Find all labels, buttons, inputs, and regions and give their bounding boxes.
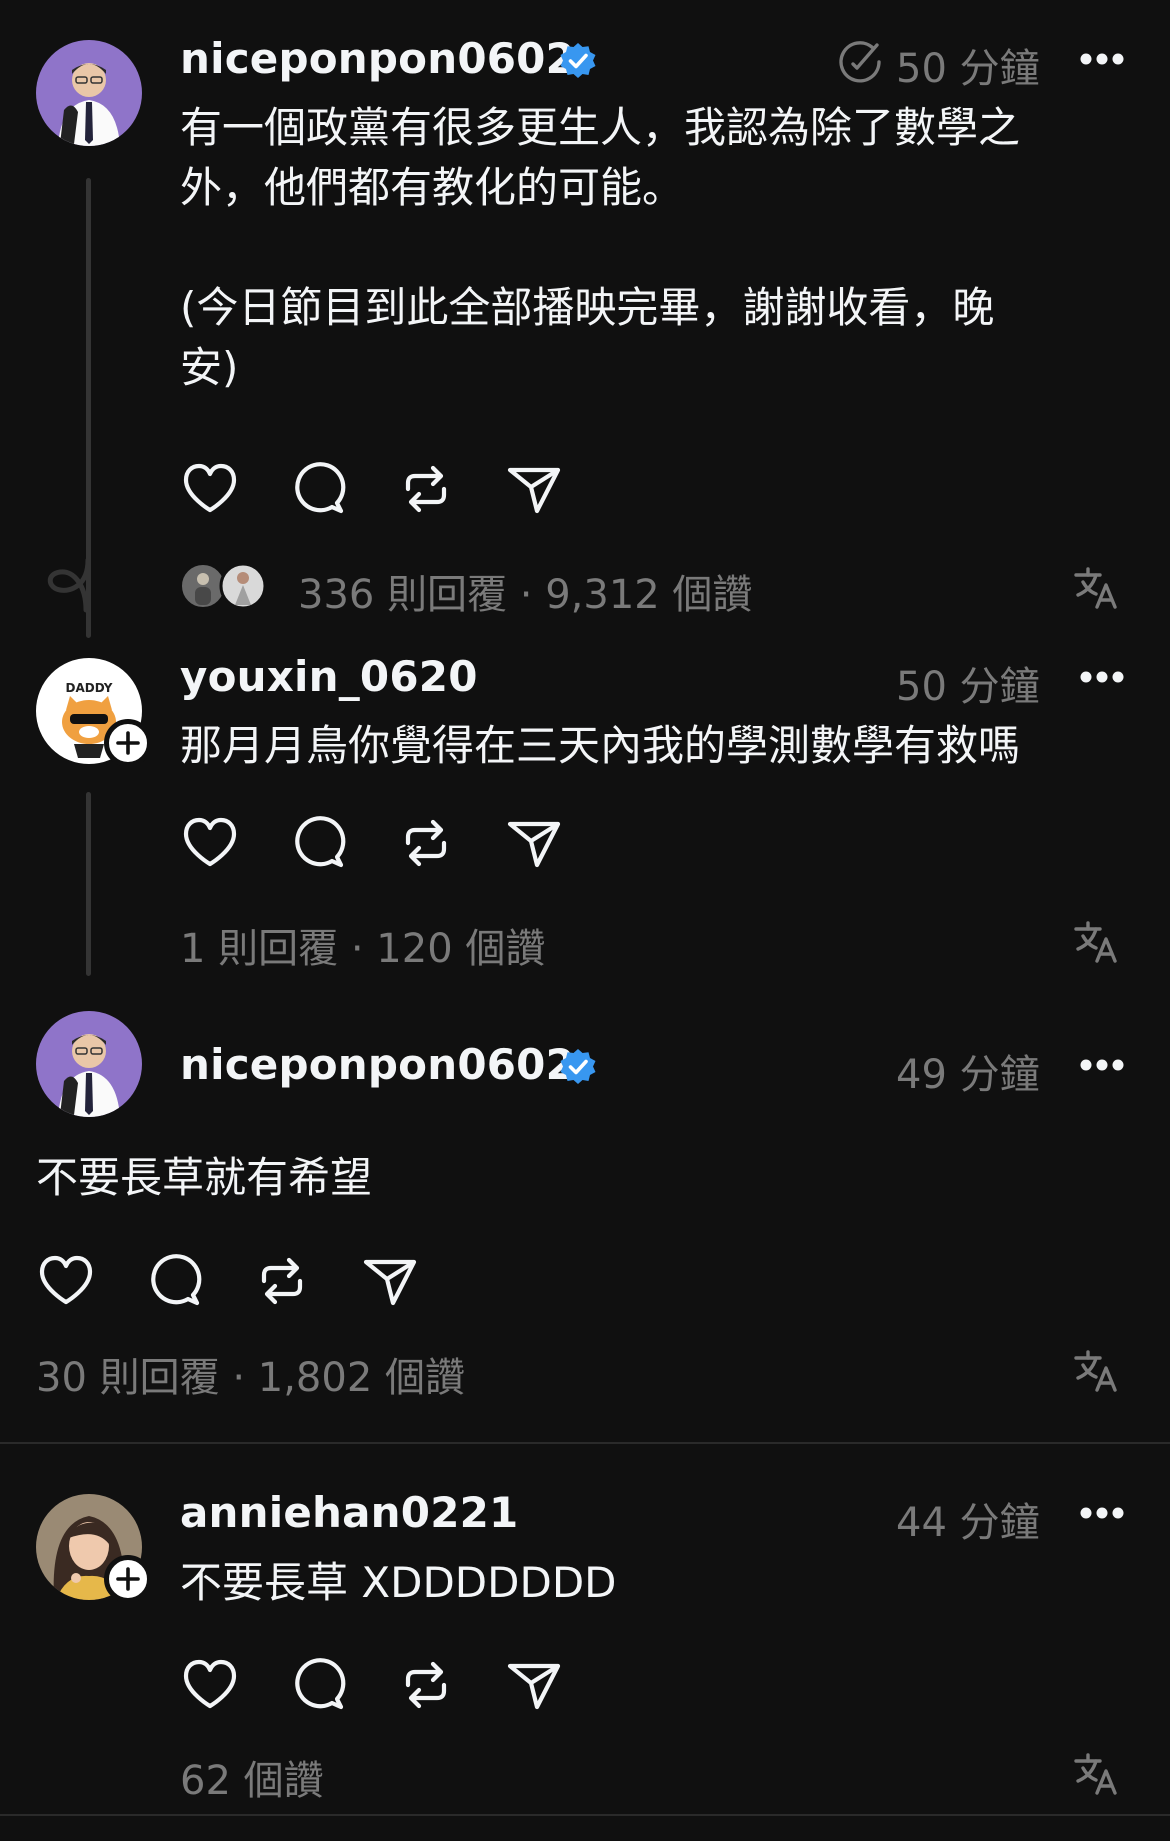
post-text: 不要長草就有希望 xyxy=(36,1153,373,1202)
translate-icon[interactable] xyxy=(1072,917,1120,965)
username[interactable]: niceponpon0602 xyxy=(180,34,575,83)
post-stats[interactable]: 1 則回覆 · 120 個讚 xyxy=(180,916,545,974)
avatar[interactable] xyxy=(36,1011,142,1117)
username[interactable]: anniehan0221 xyxy=(180,1488,518,1537)
more-icon[interactable] xyxy=(1080,1506,1124,1520)
more-icon[interactable] xyxy=(1080,670,1124,684)
post-time: 50 分鐘 xyxy=(896,664,1040,710)
comment-icon[interactable] xyxy=(288,813,348,873)
repost-icon[interactable] xyxy=(252,1251,312,1311)
plus-icon xyxy=(116,731,140,755)
repost-icon[interactable] xyxy=(396,1655,456,1715)
post-stats[interactable]: 336 則回覆 · 9,312 個讚 xyxy=(298,562,752,620)
thread-loop-icon xyxy=(47,557,91,613)
post-stats[interactable]: 62 個讚 xyxy=(180,1748,324,1806)
send-icon[interactable] xyxy=(504,459,564,519)
action-bar xyxy=(180,459,612,519)
post-time: 50 分鐘 xyxy=(896,46,1040,92)
edited-icon xyxy=(839,41,881,83)
send-icon[interactable] xyxy=(504,1655,564,1715)
post-text: 那月月鳥你覺得在三天內我的學測數學有救嗎 xyxy=(180,721,1021,770)
translate-icon[interactable] xyxy=(1072,1346,1120,1394)
heart-icon[interactable] xyxy=(180,459,240,519)
username[interactable]: niceponpon0602 xyxy=(180,1040,575,1089)
translate-icon[interactable] xyxy=(1072,1749,1120,1797)
plus-icon xyxy=(116,1567,140,1591)
post-time: 49 分鐘 xyxy=(896,1052,1040,1098)
comment-icon[interactable] xyxy=(144,1251,204,1311)
verified-badge-icon xyxy=(560,1049,596,1084)
repost-icon[interactable] xyxy=(396,459,456,519)
send-icon[interactable] xyxy=(360,1251,420,1311)
comment-icon[interactable] xyxy=(288,1655,348,1715)
comment-icon[interactable] xyxy=(288,459,348,519)
avatar-label: DADDY xyxy=(66,681,113,695)
heart-icon[interactable] xyxy=(180,813,240,873)
post-text: 有一個政黨有很多更生人，我認為除了數學之 外，他們都有教化的可能。 (今日節目到… xyxy=(180,103,1021,392)
action-bar xyxy=(36,1251,468,1311)
action-bar xyxy=(180,813,612,873)
more-icon[interactable] xyxy=(1080,52,1124,66)
heart-icon[interactable] xyxy=(180,1655,240,1715)
post-stats[interactable]: 30 則回覆 · 1,802 個讚 xyxy=(36,1345,465,1403)
action-bar xyxy=(180,1655,612,1715)
heart-icon[interactable] xyxy=(36,1251,96,1311)
send-icon[interactable] xyxy=(504,813,564,873)
verified-badge-icon xyxy=(560,43,596,78)
more-icon[interactable] xyxy=(1080,1058,1124,1072)
repost-icon[interactable] xyxy=(396,813,456,873)
thread-line xyxy=(86,792,91,976)
follow-button[interactable] xyxy=(104,719,152,767)
username[interactable]: youxin_0620 xyxy=(180,652,478,701)
post-time: 44 分鐘 xyxy=(896,1500,1040,1546)
translate-icon[interactable] xyxy=(1072,563,1120,611)
replier-avatars[interactable] xyxy=(180,562,267,610)
post-text: 不要長草 XDDDDDDD xyxy=(180,1558,617,1607)
follow-button[interactable] xyxy=(104,1555,152,1603)
divider xyxy=(0,1442,1170,1444)
divider xyxy=(0,1814,1170,1816)
avatar[interactable] xyxy=(36,40,142,146)
